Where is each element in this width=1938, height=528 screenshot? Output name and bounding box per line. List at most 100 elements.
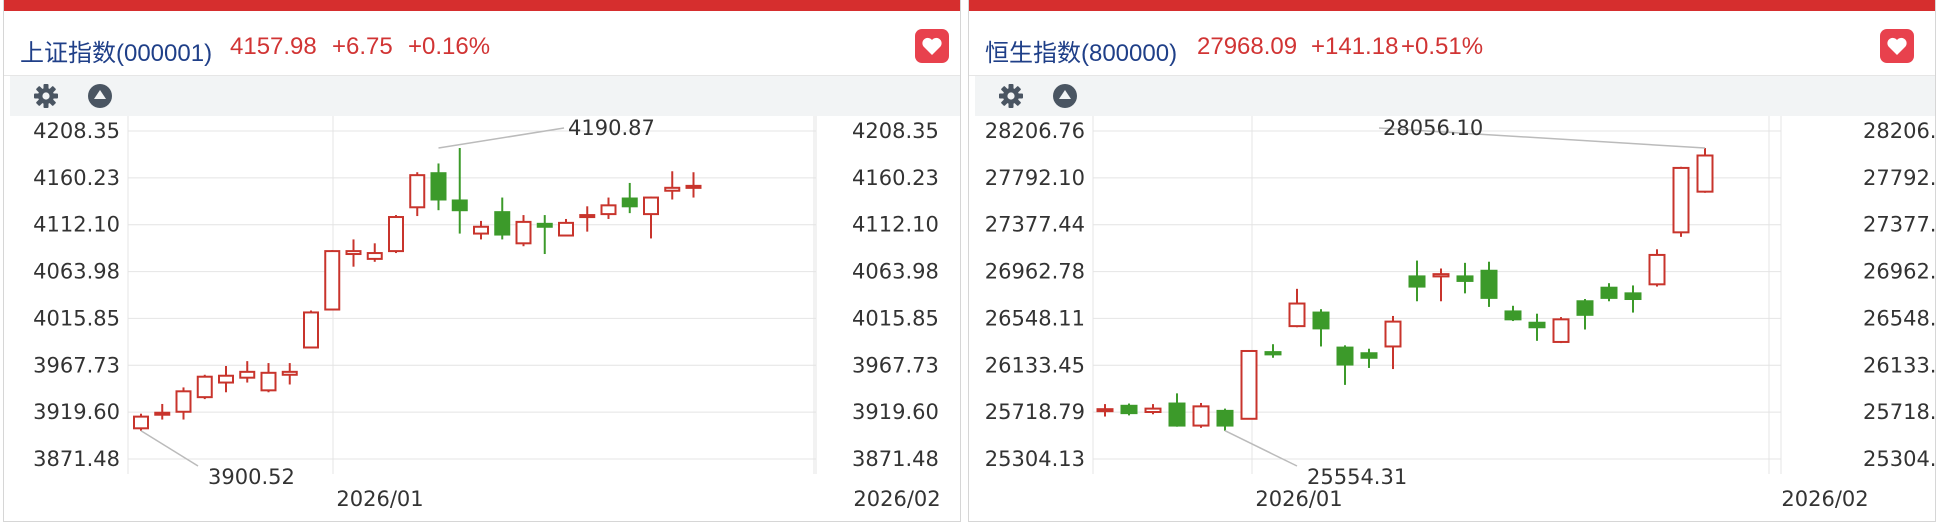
candle-body [664,186,681,192]
candle [1312,309,1330,347]
candle [239,361,256,383]
candle [388,215,404,254]
candle-body [600,204,617,216]
candle-body [1432,273,1450,278]
candle-body [1288,302,1306,328]
gear-icon[interactable] [32,82,60,110]
candle-body [218,374,234,384]
y-tick-label-left: 3871.48 [33,447,120,471]
candle [1288,288,1306,328]
candle [409,172,426,217]
candle [1648,249,1666,287]
candle [579,206,596,232]
candle-body [1552,318,1570,343]
candle [1432,268,1450,302]
y-tick-label-right: 4015.85 [852,306,939,330]
panel-header: 上证指数(000001) 4157.98 +6.75 +0.16% [4,11,960,76]
candle [218,365,234,393]
triangle-up-icon[interactable] [86,82,114,110]
y-tick-label-left: 27792.10 [985,166,1085,190]
favorite-button[interactable] [1880,29,1914,63]
x-tick-label: 2026/02 [853,487,940,511]
high-annotation-label: 4190.87 [568,116,655,140]
y-tick-label-left: 25718.79 [985,400,1085,424]
candle-body [536,222,553,228]
y-tick-label-left: 28206.76 [985,119,1085,143]
y-tick-label-left: 3967.73 [33,353,120,377]
index-change-pct: +0.51% [1401,33,1484,60]
candle [1216,408,1234,431]
x-tick-label: 2026/02 [1781,487,1868,511]
candle-body [1360,352,1378,359]
candle-body [345,250,362,256]
y-tick-label-left: 4063.98 [33,260,120,284]
candle-body [1648,253,1666,286]
y-tick-label-right: 4160.23 [852,166,939,190]
candle-body [473,225,489,235]
candle-body [1696,154,1714,193]
candle-body [1456,275,1474,282]
favorite-button[interactable] [915,29,949,63]
candle [1264,344,1282,358]
candle-body [1624,292,1642,301]
candle [1528,313,1546,341]
candle [1120,403,1138,416]
panel-accent-bar [4,0,960,11]
candle [1672,166,1690,237]
low-annotation-label: 3900.52 [208,465,295,489]
hangseng-candlestick-chart: 28206.76 28206.76 27792.10 27792.10 27377.44… [985,116,1937,511]
candle [1336,345,1354,385]
y-tick-label-right: 26133.45 [1863,353,1937,377]
chart-toolbar [10,76,960,116]
candle [600,197,617,219]
candle [643,196,659,239]
candle-body [1096,408,1114,413]
candle [1696,148,1714,193]
candle-body [685,184,702,189]
candle [430,163,447,211]
y-tick-label-left: 27377.44 [985,213,1085,237]
candle [1552,317,1570,344]
candle-body [324,250,341,311]
candle-body [239,370,256,379]
gear-icon[interactable] [997,82,1025,110]
panel-accent-bar [969,0,1935,11]
y-tick-label-left: 3919.60 [33,400,120,424]
shanghai-index-panel: 上证指数(000001) 4157.98 +6.75 +0.16% 4208.3… [3,0,961,522]
candle-body [154,411,171,416]
triangle-up-icon[interactable] [1051,82,1079,110]
x-tick-label: 2026/01 [1255,487,1342,511]
y-tick-label-left: 4208.35 [33,119,120,143]
y-tick-label-left: 4015.85 [33,306,120,330]
y-tick-label-right: 28206.76 [1863,119,1937,143]
annotation-leader [140,430,199,467]
candle-body [133,415,149,430]
candle [1600,283,1618,302]
candle-body [1192,405,1210,427]
candle [154,403,171,420]
candle [1384,315,1402,370]
heart-icon [1887,37,1907,55]
candle-body [388,216,404,253]
candle-body [1528,321,1546,329]
hangseng-index-panel: 恒生指数(800000) 27968.09 +141.18 +0.51% 282… [968,0,1937,522]
shanghai-candlestick-chart: 4208.35 4208.35 4160.23 4160.23 4112.10 4112.… [33,116,941,511]
candle [1096,404,1114,417]
y-tick-label-right: 26962.78 [1863,260,1937,284]
candle-body [1480,269,1498,299]
candle-body [260,371,277,392]
index-name[interactable]: 上证指数(000001) [20,33,212,68]
index-name[interactable]: 恒生指数(800000) [985,33,1177,68]
candle-body [1384,320,1402,348]
low-annotation-label: 25554.31 [1307,465,1407,489]
heart-icon [922,37,942,55]
y-tick-label-right: 4208.35 [852,119,939,143]
candle-body [515,220,532,245]
candle-body [579,214,596,219]
panel-header: 恒生指数(800000) 27968.09 +141.18 +0.51% [969,11,1935,76]
candle [558,218,574,237]
candle-body [558,221,574,237]
candle-body [451,199,468,212]
candle-body [366,252,383,260]
candle-body [1504,310,1522,321]
